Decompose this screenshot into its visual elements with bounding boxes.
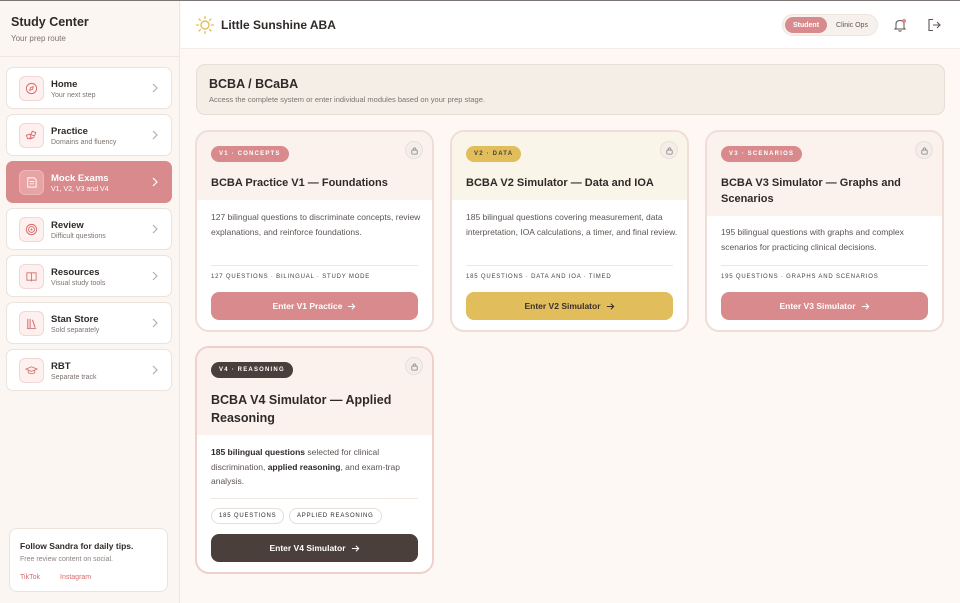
lock-icon	[405, 357, 423, 375]
desc-bold-reasoning: applied reasoning	[267, 461, 341, 472]
sidebar-item-home[interactable]: Home Your next step	[6, 67, 172, 109]
card-pill: V2 · DATA	[466, 146, 522, 162]
desc-bold-count: 185 bilingual questions	[211, 447, 305, 457]
sidebar-item-sub: Difficult questions	[51, 233, 106, 240]
brand-name: Little Sunshine ABA	[221, 18, 336, 32]
lock-icon	[660, 141, 678, 159]
sidebar-item-label: Home	[51, 79, 78, 90]
sidebar-item-sub: Sold separately	[51, 327, 100, 334]
card-description: 185 bilingual questions selected for cli…	[211, 445, 423, 489]
card-description: 185 bilingual questions covering measure…	[466, 212, 678, 237]
student-mode-button[interactable]: Student	[785, 17, 827, 33]
card-description: 127 bilingual questions to discriminate …	[211, 212, 421, 237]
card-v1: V1 · CONCEPTS BCBA Practice V1 — Foundat…	[195, 130, 434, 332]
enter-v3-button[interactable]: Enter V3 Simulator	[721, 292, 928, 320]
card-v2: V2 · DATA BCBA V2 Simulator — Data and I…	[450, 130, 689, 332]
button-label: Enter V4 Simulator	[269, 543, 346, 553]
card-divider	[211, 498, 418, 499]
card-divider	[466, 265, 673, 266]
sidebar-item-practice[interactable]: Practice Domains and fluency	[6, 114, 172, 156]
sidebar-title: Study Center	[11, 15, 89, 29]
lock-icon	[405, 141, 423, 159]
target-icon	[19, 217, 44, 242]
card-title: BCBA V2 Simulator — Data and IOA	[466, 177, 654, 189]
button-label: Enter V2 Simulator	[524, 301, 601, 311]
card-title: BCBA Practice V1 — Foundations	[211, 177, 388, 189]
sidebar-divider	[0, 56, 179, 57]
arrow-right-icon	[348, 302, 356, 310]
top-bar: Little Sunshine ABA Student Clinic Ops	[181, 1, 960, 49]
sidebar-item-mock-exams[interactable]: Mock Exams V1, V2, V3 and V4	[6, 161, 172, 203]
book-icon	[19, 264, 44, 289]
card-title: BCBA V4 Simulator — Applied Reasoning	[211, 393, 392, 425]
card-pill: V3 · SCENARIOS	[721, 146, 803, 162]
tiktok-link[interactable]: TikTok	[20, 574, 40, 581]
logout-icon[interactable]	[926, 17, 942, 33]
chevron-right-icon	[152, 83, 158, 93]
sidebar-item-label: RBT	[51, 361, 71, 372]
promo-title: Follow Sandra for daily tips.	[20, 541, 134, 551]
chevron-right-icon	[152, 177, 158, 187]
enter-v1-button[interactable]: Enter V1 Practice	[211, 292, 418, 320]
chevron-right-icon	[152, 130, 158, 140]
card-v3: V3 · SCENARIOS BCBA V3 Simulator — Graph…	[705, 130, 944, 332]
sidebar-item-label: Resources	[51, 267, 100, 278]
sidebar-item-label: Practice	[51, 126, 88, 137]
card-meta: 127 QUESTIONS · BILINGUAL · STUDY MODE	[211, 274, 371, 280]
practice-icon	[19, 123, 44, 148]
card-pill: V4 · REASONING	[211, 362, 293, 378]
social-promo: Follow Sandra for daily tips. Free revie…	[9, 528, 168, 592]
sidebar-item-sub: V1, V2, V3 and V4	[51, 186, 109, 193]
card-divider	[211, 265, 418, 266]
sidebar-item-label: Review	[51, 220, 84, 231]
sidebar-item-resources[interactable]: Resources Visual study tools	[6, 255, 172, 297]
tag-question-count: 185 QUESTIONS	[211, 508, 285, 524]
card-description: 195 bilingual questions with graphs and …	[721, 227, 904, 252]
page-title: BCBA / BCaBA	[209, 77, 299, 91]
card-meta: 185 QUESTIONS · DATA AND IOA · TIMED	[466, 274, 612, 280]
sidebar-item-label: Stan Store	[51, 314, 99, 325]
exam-icon	[19, 170, 44, 195]
sun-logo-icon	[195, 15, 215, 35]
button-label: Enter V1 Practice	[272, 301, 343, 311]
library-icon	[19, 311, 44, 336]
chevron-right-icon	[152, 271, 158, 281]
chevron-right-icon	[152, 365, 158, 375]
sidebar-item-review[interactable]: Review Difficult questions	[6, 208, 172, 250]
card-pill: V1 · CONCEPTS	[211, 146, 289, 162]
compass-icon	[19, 76, 44, 101]
sidebar-item-label: Mock Exams	[51, 173, 109, 184]
card-v4: V4 · REASONING BCBA V4 Simulator — Appli…	[195, 346, 434, 574]
tag-applied-reasoning: APPLIED REASONING	[289, 508, 382, 524]
arrow-right-icon	[351, 544, 359, 552]
graduation-cap-icon	[19, 358, 44, 383]
sidebar-item-rbt[interactable]: RBT Separate track	[6, 349, 172, 391]
arrow-right-icon	[606, 302, 614, 310]
chevron-right-icon	[152, 318, 158, 328]
arrow-right-icon	[861, 302, 869, 310]
enter-v4-button[interactable]: Enter V4 Simulator	[211, 534, 418, 562]
mode-toggle: Student Clinic Ops	[782, 14, 878, 36]
card-divider	[721, 265, 928, 266]
enter-v2-button[interactable]: Enter V2 Simulator	[466, 292, 673, 320]
sidebar-item-sub: Domains and fluency	[51, 139, 117, 146]
button-label: Enter V3 Simulator	[779, 301, 856, 311]
notification-bell-icon[interactable]	[892, 17, 908, 33]
page-subtitle: Access the complete system or enter indi…	[209, 95, 485, 104]
sidebar: Study Center Your prep route Home Your n…	[0, 1, 180, 603]
card-meta: 195 QUESTIONS · GRAPHS AND SCENARIOS	[721, 274, 879, 280]
sidebar-item-sub: Your next step	[51, 92, 96, 99]
chevron-right-icon	[152, 224, 158, 234]
section-header: BCBA / BCaBA Access the complete system …	[196, 64, 945, 115]
sidebar-item-stan-store[interactable]: Stan Store Sold separately	[6, 302, 172, 344]
sidebar-item-sub: Separate track	[51, 374, 97, 381]
promo-subtitle: Free review content on social.	[20, 556, 113, 563]
card-title: BCBA V3 Simulator — Graphs and Scenarios	[721, 177, 901, 205]
sidebar-subtitle: Your prep route	[11, 34, 66, 43]
clinic-ops-mode-button[interactable]: Clinic Ops	[829, 17, 875, 33]
sidebar-item-sub: Visual study tools	[51, 280, 106, 287]
lock-icon	[915, 141, 933, 159]
instagram-link[interactable]: Instagram	[60, 574, 91, 581]
